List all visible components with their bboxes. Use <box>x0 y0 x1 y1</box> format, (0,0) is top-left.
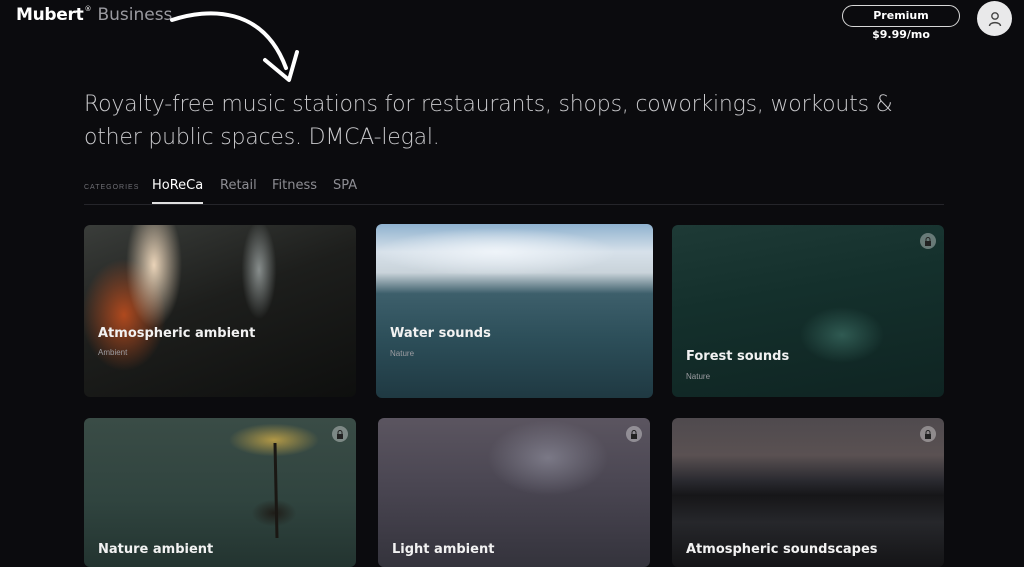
station-genre: Ambient <box>98 348 128 357</box>
station-card-atmospheric-ambient[interactable]: Atmospheric ambient Ambient <box>84 225 356 397</box>
page-headline: Royalty-free music stations for restaura… <box>84 92 893 150</box>
lock-icon <box>332 426 348 442</box>
station-title: Forest sounds <box>686 349 790 364</box>
top-bar: Mubert® Business Premium $9.99/mo <box>0 0 1024 41</box>
station-card-atmospheric-soundscapes[interactable]: Atmospheric soundscapes <box>672 418 944 567</box>
station-title: Atmospheric ambient <box>98 326 256 341</box>
station-genre: Nature <box>686 372 711 381</box>
station-title: Nature ambient <box>98 542 214 557</box>
user-icon <box>988 11 1001 26</box>
station-title: Water sounds <box>390 326 491 341</box>
tab-fitness[interactable]: Fitness <box>272 178 317 193</box>
lock-icon <box>920 233 936 249</box>
station-card-water-sounds[interactable]: Water sounds Nature <box>376 224 653 398</box>
tab-spa[interactable]: SPA <box>333 178 357 193</box>
lock-icon <box>626 426 642 442</box>
tab-retail[interactable]: Retail <box>220 178 257 193</box>
arrow-annotation <box>170 11 299 82</box>
brand-mark: ® <box>84 5 92 13</box>
brand-suffix: Business <box>97 5 173 25</box>
categories-label: CATEGORIES <box>84 184 140 191</box>
station-card-nature-ambient[interactable]: Nature ambient <box>84 418 356 567</box>
brand-name: Mubert <box>16 5 84 25</box>
category-tabs: CATEGORIES HoReCa Retail Fitness SPA <box>84 176 944 205</box>
avatar-button[interactable] <box>977 1 1012 36</box>
station-title: Atmospheric soundscapes <box>686 542 878 557</box>
tree-trunk-illustration <box>273 442 279 539</box>
tab-horeca[interactable]: HoReCa <box>152 178 204 204</box>
station-card-light-ambient[interactable]: Light ambient <box>378 418 650 567</box>
lock-icon <box>920 426 936 442</box>
station-genre: Nature <box>390 349 415 358</box>
brand-logo[interactable]: Mubert® Business <box>16 5 172 25</box>
station-card-forest-sounds[interactable]: Forest sounds Nature <box>672 225 944 397</box>
station-title: Light ambient <box>392 542 495 557</box>
premium-button[interactable]: Premium $9.99/mo <box>842 5 960 41</box>
